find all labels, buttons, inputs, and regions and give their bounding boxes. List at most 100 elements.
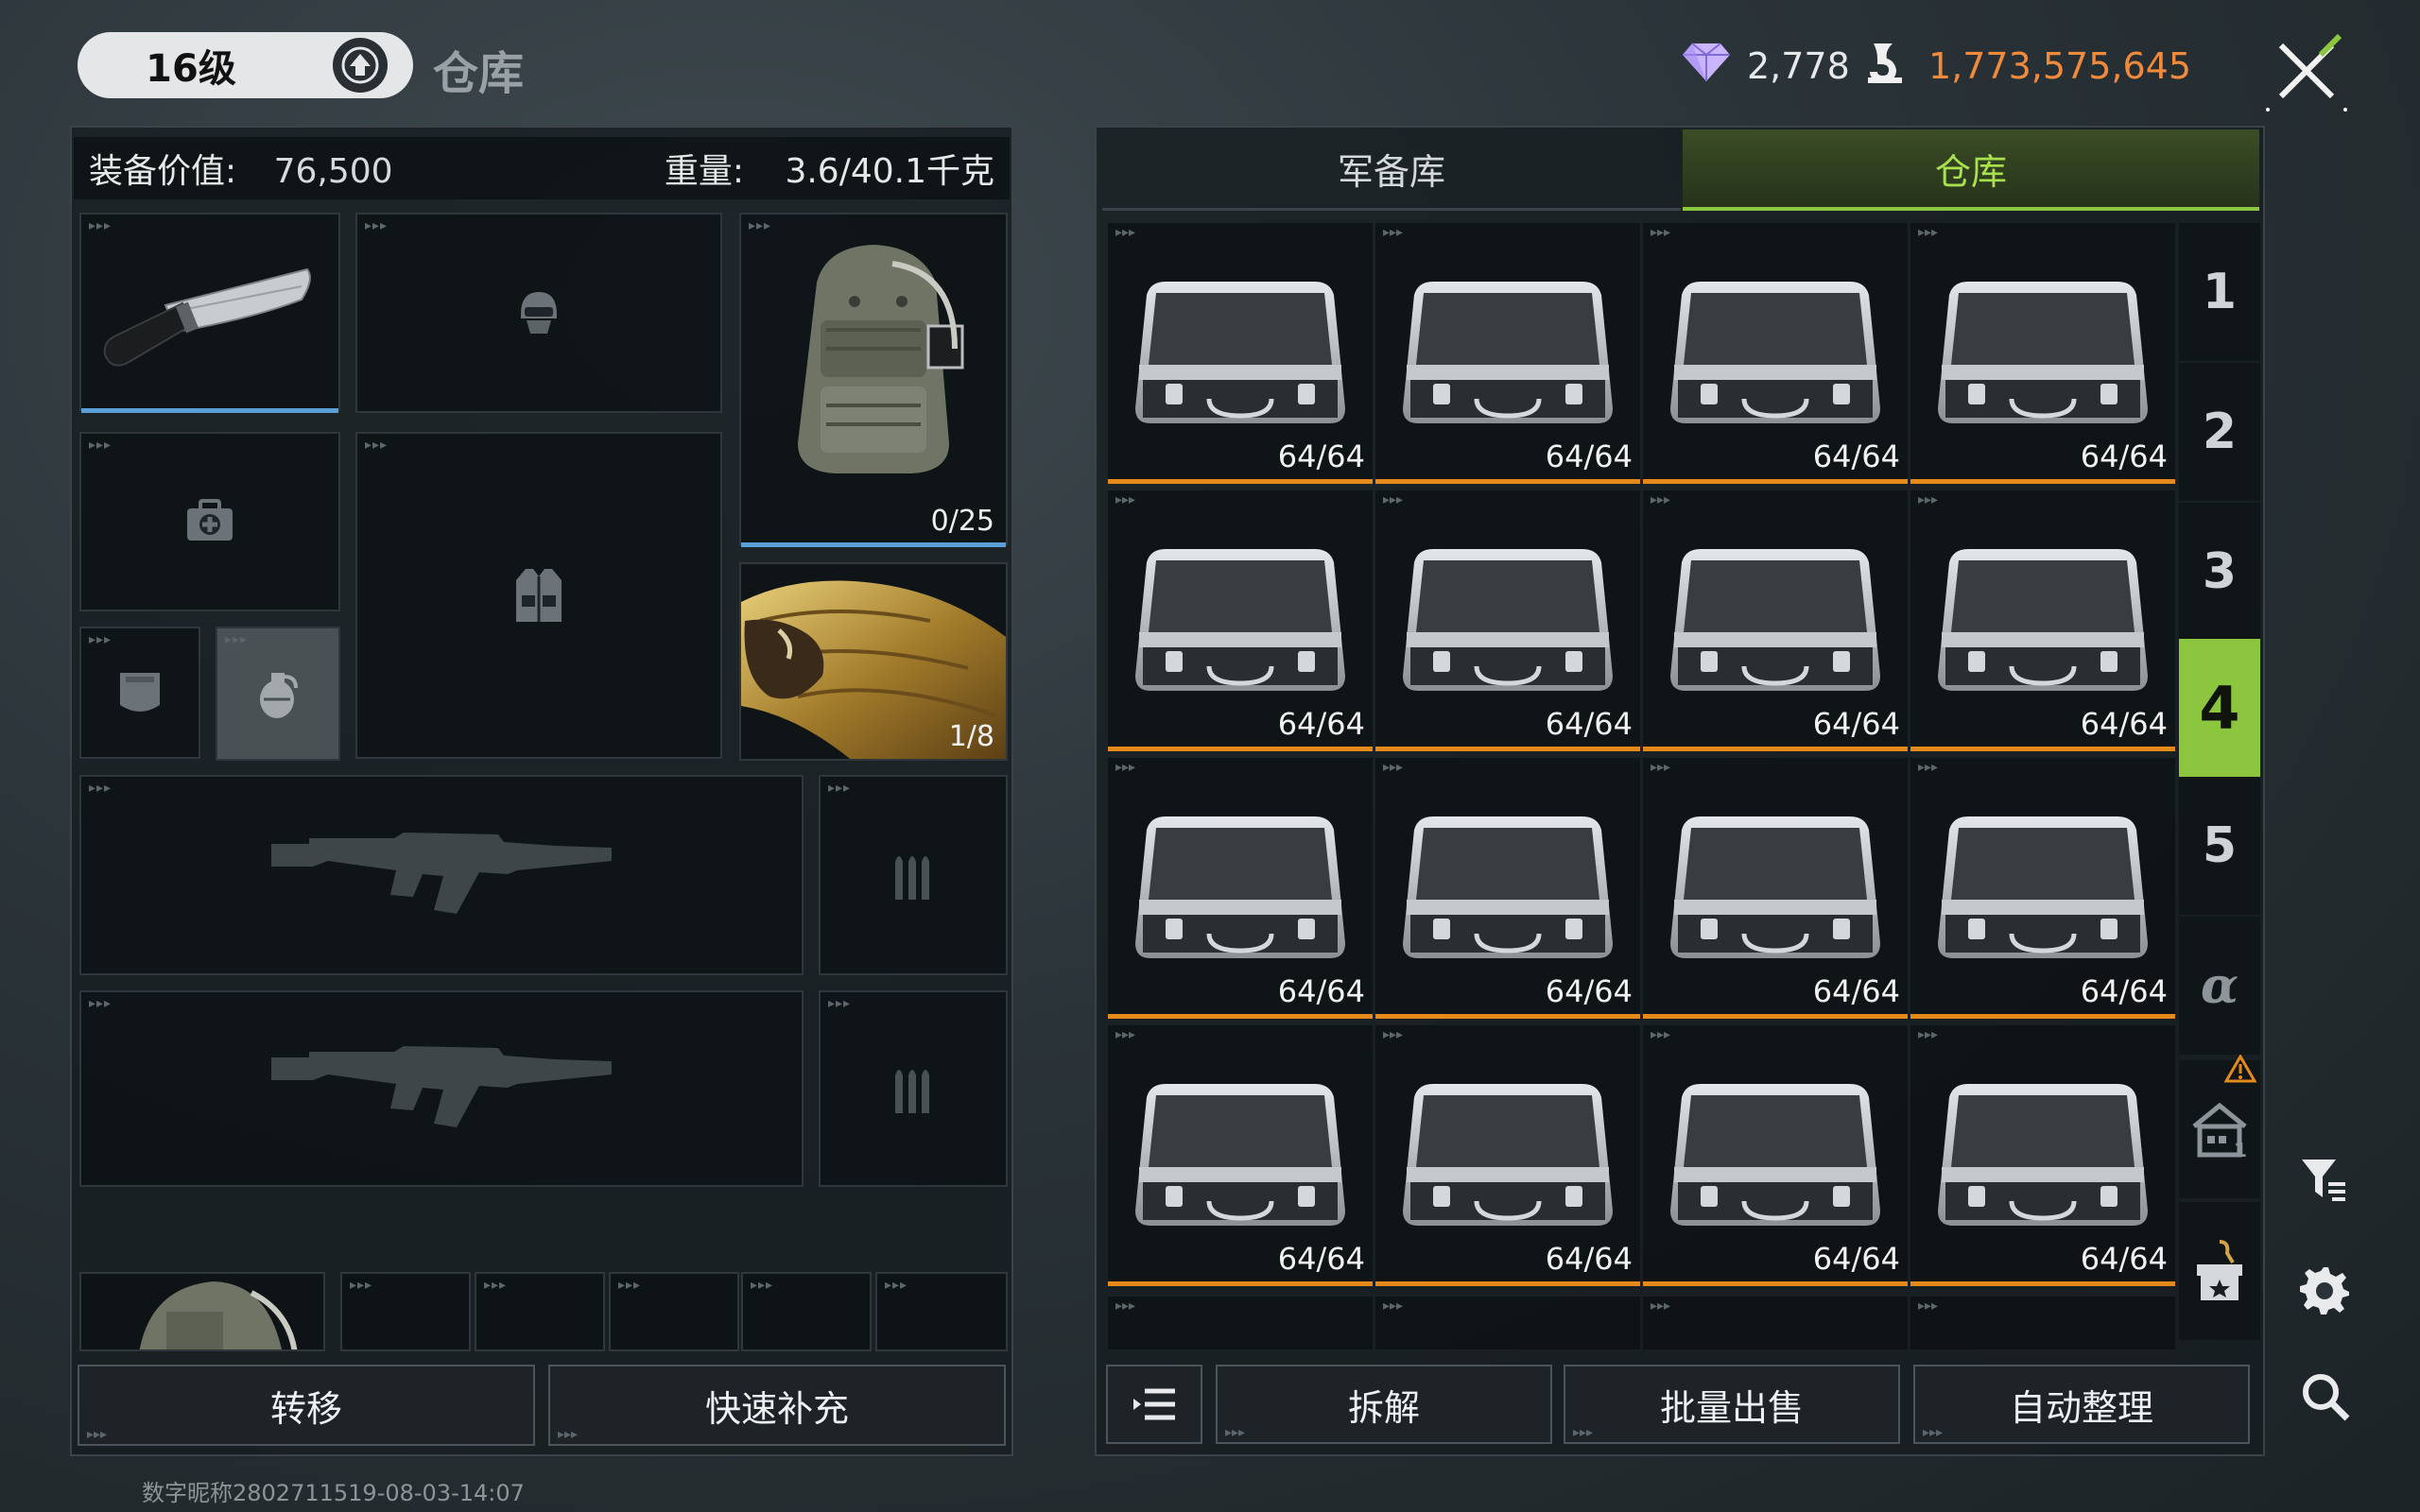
storage-item-case[interactable]: ▸▸▸ 64/64 xyxy=(1375,1025,1640,1286)
level-label: 16级 xyxy=(146,47,236,91)
item-quantity: 64/64 xyxy=(1812,973,1900,1009)
primary-weapon-slot[interactable]: ▸▸▸ xyxy=(79,775,804,975)
slot-dots: ▸▸▸ xyxy=(1383,492,1404,507)
page-tab-label: 5 xyxy=(2202,817,2238,874)
grid-cell-partial[interactable]: ▸▸▸ xyxy=(1643,1297,1908,1349)
item-quantity: 64/64 xyxy=(1277,438,1365,474)
dismantle-button[interactable]: 拆解 ▸▸▸ xyxy=(1216,1365,1552,1444)
case-icon xyxy=(1122,534,1358,708)
page-tab-3[interactable]: 4 xyxy=(2179,639,2260,777)
case-icon xyxy=(1122,266,1358,440)
helmet-slot[interactable]: ▸▸▸ xyxy=(355,213,722,413)
warning-icon xyxy=(2224,1055,2256,1083)
slot-dots: ▸▸▸ xyxy=(1115,1027,1136,1042)
grid-cell-partial[interactable]: ▸▸▸ xyxy=(1108,1297,1373,1349)
level-up-icon[interactable] xyxy=(333,38,388,93)
item-quantity: 64/64 xyxy=(2080,438,2168,474)
tab-armory[interactable]: 军备库 xyxy=(1102,129,1681,211)
coin-count: 1,773,575,645 xyxy=(1928,45,2192,87)
case-icon xyxy=(1122,801,1358,975)
settings-button[interactable] xyxy=(2295,1261,2352,1317)
slot-dots: ▸▸▸ xyxy=(1651,1027,1671,1042)
slot-dots: ▸▸▸ xyxy=(1918,492,1939,507)
storage-item-case[interactable]: ▸▸▸ 64/64 xyxy=(1910,758,2175,1019)
rarity-bar xyxy=(1375,479,1640,484)
tab-armory-label: 军备库 xyxy=(1337,151,1445,193)
quick-refill-button[interactable]: 快速补充 ▸▸▸ xyxy=(548,1365,1006,1446)
storage-item-case[interactable]: ▸▸▸ 64/64 xyxy=(1108,758,1373,1019)
ammo-icon xyxy=(895,1070,929,1113)
list-view-button[interactable] xyxy=(1106,1365,1202,1444)
rarity-bar xyxy=(1643,1281,1908,1286)
slot-dots: ▸▸▸ xyxy=(1383,225,1404,240)
page-tab-5[interactable]: α xyxy=(2179,917,2260,1055)
page-tab-4[interactable]: 5 xyxy=(2179,777,2260,915)
storage-item-case[interactable]: ▸▸▸ 64/64 xyxy=(1643,223,1908,484)
storage-item-case[interactable]: ▸▸▸ 64/64 xyxy=(1910,1025,2175,1286)
storage-item-case[interactable]: ▸▸▸ 64/64 xyxy=(1643,490,1908,751)
armor-plate-slot[interactable]: ▸▸▸ xyxy=(79,627,200,759)
coin-balance: 1,773,575,645 xyxy=(1864,38,2191,94)
grenade-slot[interactable]: 1/8 xyxy=(739,562,1008,761)
rarity-bar xyxy=(1375,1281,1640,1286)
backpack-content-item[interactable] xyxy=(79,1272,325,1351)
melee-slot[interactable]: ▸▸▸ xyxy=(79,213,340,413)
tab-warehouse[interactable]: 仓库 xyxy=(1683,129,2259,211)
storage-item-case[interactable]: ▸▸▸ 64/64 xyxy=(1643,758,1908,1019)
case-icon xyxy=(1122,1069,1358,1243)
secondary-ammo-slot[interactable]: ▸▸▸ xyxy=(819,990,1008,1187)
auto-sort-button[interactable]: 自动整理 ▸▸▸ xyxy=(1913,1365,2250,1444)
filter-button[interactable] xyxy=(2295,1151,2352,1208)
storage-house-tab[interactable]: 1 xyxy=(2179,1055,2260,1198)
collection-tab[interactable] xyxy=(2179,1202,2260,1340)
backpack-cell[interactable]: ▸▸▸ xyxy=(609,1272,739,1351)
primary-ammo-slot[interactable]: ▸▸▸ xyxy=(819,775,1008,975)
backpack-cell[interactable]: ▸▸▸ xyxy=(340,1272,471,1351)
case-icon xyxy=(1925,534,2161,708)
page-tab-label: α xyxy=(2200,956,2238,1015)
grid-cell-partial[interactable]: ▸▸▸ xyxy=(1375,1297,1640,1349)
transfer-button[interactable]: 转移 ▸▸▸ xyxy=(78,1365,535,1446)
item-quantity: 64/64 xyxy=(1545,1241,1633,1277)
storage-item-case[interactable]: ▸▸▸ 64/64 xyxy=(1643,1025,1908,1286)
page-tab-2[interactable]: 3 xyxy=(2179,503,2260,641)
item-quantity: 64/64 xyxy=(1545,438,1633,474)
storage-item-case[interactable]: ▸▸▸ 64/64 xyxy=(1375,223,1640,484)
item-quantity: 64/64 xyxy=(1277,1241,1365,1277)
rifle-icon xyxy=(271,1046,612,1127)
case-icon xyxy=(1925,801,2161,975)
storage-item-case[interactable]: ▸▸▸ 64/64 xyxy=(1375,490,1640,751)
slot-dots: ▸▸▸ xyxy=(1115,492,1136,507)
backpack-cell[interactable]: ▸▸▸ xyxy=(741,1272,872,1351)
storage-item-case[interactable]: ▸▸▸ 64/64 xyxy=(1910,223,2175,484)
loadout-stats: 装备价值: 76,500 重量: 3.6/40.1千克 xyxy=(74,137,1010,199)
filter-icon xyxy=(2302,1160,2345,1201)
storage-item-case[interactable]: ▸▸▸ 64/64 xyxy=(1108,1025,1373,1286)
storage-item-case[interactable]: ▸▸▸ 64/64 xyxy=(1910,490,2175,751)
level-badge[interactable]: 16级 xyxy=(78,32,413,98)
bulk-sell-button[interactable]: 批量出售 ▸▸▸ xyxy=(1564,1365,1900,1444)
search-button[interactable] xyxy=(2297,1368,2354,1425)
gear-icon xyxy=(2300,1267,2349,1314)
backpack-slot[interactable]: ▸▸▸ 0/25 xyxy=(739,213,1008,547)
throwable-slot[interactable]: ▸▸▸ xyxy=(216,627,340,761)
secondary-weapon-slot[interactable]: ▸▸▸ xyxy=(79,990,804,1187)
armor-plate-icon xyxy=(120,673,160,712)
page-tab-0[interactable]: 1 xyxy=(2179,223,2260,361)
backpack-cell[interactable]: ▸▸▸ xyxy=(875,1272,1008,1351)
vest-slot[interactable]: ▸▸▸ xyxy=(355,432,722,759)
backpack-cell[interactable]: ▸▸▸ xyxy=(475,1272,605,1351)
storage-item-case[interactable]: ▸▸▸ 64/64 xyxy=(1108,490,1373,751)
tab-warehouse-label: 仓库 xyxy=(1934,150,2007,193)
rarity-bar xyxy=(1108,479,1373,484)
rarity-bar xyxy=(1910,747,2175,751)
auto-sort-label: 自动整理 xyxy=(2009,1386,2153,1429)
item-quantity: 64/64 xyxy=(2080,1241,2168,1277)
medkit-slot[interactable]: ▸▸▸ xyxy=(79,432,340,611)
slot-dots: ▸▸▸ xyxy=(1383,1027,1404,1042)
grid-cell-partial[interactable]: ▸▸▸ xyxy=(1910,1297,2175,1349)
storage-item-case[interactable]: ▸▸▸ 64/64 xyxy=(1108,223,1373,484)
page-tab-1[interactable]: 2 xyxy=(2179,363,2260,501)
close-button[interactable] xyxy=(2264,28,2349,113)
storage-item-case[interactable]: ▸▸▸ 64/64 xyxy=(1375,758,1640,1019)
